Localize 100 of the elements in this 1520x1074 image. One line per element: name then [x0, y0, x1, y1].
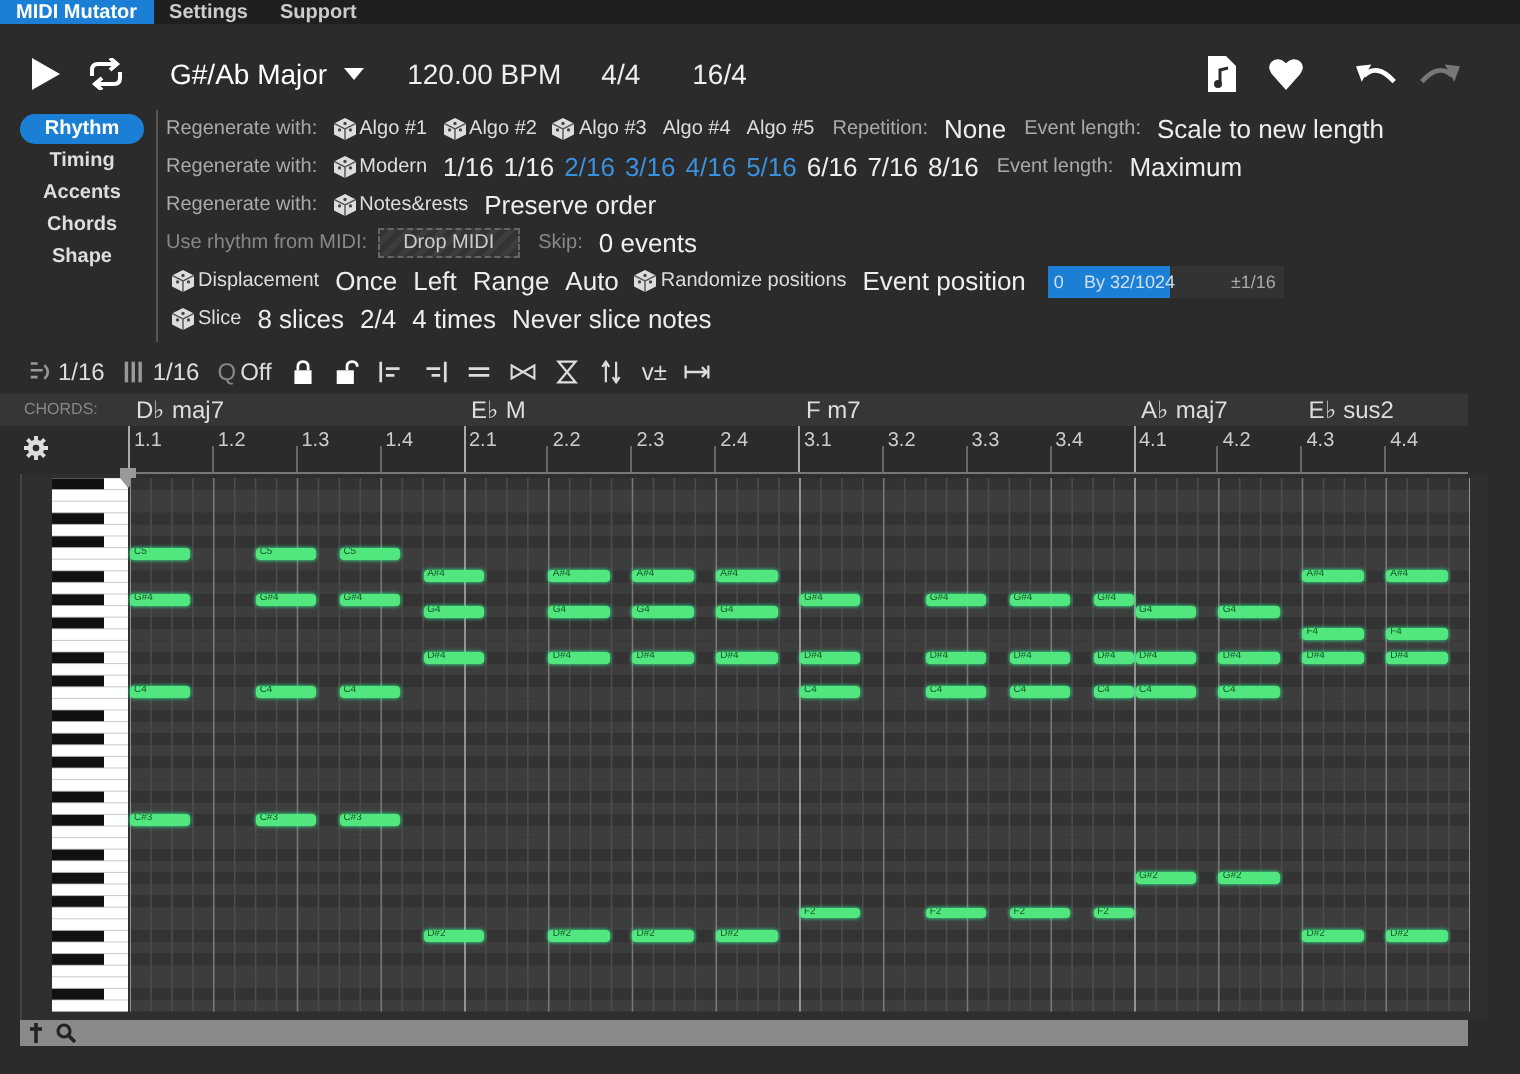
align-right-icon[interactable] — [421, 360, 448, 384]
chord-label[interactable]: A♭ maj7 — [1133, 394, 1301, 426]
option-value[interactable]: Scale to new length — [1156, 114, 1384, 144]
piano-keyboard-drawing[interactable] — [52, 478, 128, 1012]
dice-button[interactable]: Slice — [172, 308, 242, 330]
beat-number: 4.1 — [1137, 430, 1169, 452]
dice-icon — [333, 194, 356, 216]
option-label: Event length: — [996, 156, 1114, 178]
option-value[interactable]: None — [944, 114, 1007, 144]
option-value[interactable]: Once — [335, 266, 398, 296]
nav-tab[interactable]: Accents — [20, 178, 144, 208]
option-label: Repetition: — [832, 118, 929, 140]
quantize-label: Q — [217, 358, 237, 386]
beat-number: 3.4 — [1053, 430, 1086, 452]
dice-button[interactable]: Randomize positions — [634, 270, 847, 292]
dice-button[interactable]: Algo #1 — [333, 118, 428, 140]
nav-tab[interactable]: Rhythm — [20, 114, 144, 144]
option-label: Use rhythm from MIDI: — [166, 232, 368, 254]
align-left-icon[interactable] — [377, 360, 404, 384]
snap-icon[interactable] — [28, 360, 54, 384]
chord-label[interactable]: E♭ sus2 — [1300, 394, 1468, 426]
dice-icon — [333, 156, 356, 178]
unlock-icon[interactable] — [333, 360, 360, 384]
step-option[interactable]: 8/16 — [928, 152, 979, 182]
beat-number: 3.1 — [802, 430, 834, 452]
option-value[interactable]: Auto — [565, 266, 619, 296]
range-icon[interactable] — [684, 360, 711, 384]
playhead-icon[interactable] — [120, 468, 136, 488]
snap-value[interactable]: 1/16 — [58, 358, 105, 386]
step-option[interactable]: 4/16 — [685, 152, 737, 182]
menu-tab[interactable]: Support — [264, 0, 373, 24]
heart-icon[interactable] — [1268, 58, 1304, 90]
caret-icon — [343, 68, 364, 80]
settings-icon[interactable] — [24, 436, 48, 460]
length-value[interactable]: 16/4 — [692, 58, 747, 90]
grid-value[interactable]: 1/16 — [152, 358, 200, 386]
up-down-arrows-icon[interactable] — [597, 360, 624, 384]
beat-number: 3.2 — [885, 430, 918, 452]
option-value[interactable]: 0 events — [598, 228, 698, 258]
music-file-icon[interactable] — [1208, 56, 1236, 92]
nav-tab[interactable]: Timing — [20, 146, 144, 176]
option-value[interactable]: Range — [472, 266, 550, 296]
step-option[interactable]: 5/16 — [746, 152, 797, 182]
option-value[interactable]: 1/16 — [443, 152, 494, 182]
option-value[interactable]: 8 slices — [257, 304, 345, 334]
dice-button[interactable]: Displacement — [172, 270, 320, 292]
undo-icon[interactable] — [1356, 60, 1398, 88]
dice-icon — [172, 270, 194, 292]
step-option[interactable]: 7/16 — [867, 152, 919, 182]
beat-number: 1.4 — [383, 430, 416, 452]
redo-icon[interactable] — [1418, 60, 1460, 88]
bowtie-icon[interactable] — [509, 360, 536, 384]
chord-label[interactable]: D♭ maj7 — [128, 394, 463, 426]
option-value[interactable]: Never slice notes — [512, 304, 712, 334]
quantize-value[interactable]: Off — [240, 358, 272, 386]
loop-icon[interactable] — [86, 58, 126, 90]
chord-label[interactable]: F m7 — [798, 394, 1133, 426]
lock-icon[interactable] — [289, 360, 316, 384]
option-button[interactable]: Algo #5 — [746, 118, 815, 140]
dice-button[interactable]: Algo #3 — [552, 118, 647, 140]
beat-number: 4.3 — [1304, 430, 1337, 452]
option-label: Skip: — [538, 232, 583, 254]
velocity-button[interactable]: v± — [641, 358, 667, 386]
option-button[interactable]: Algo #4 — [662, 118, 731, 140]
option-value[interactable]: Event position — [862, 266, 1026, 296]
menu-tab[interactable]: Settings — [153, 0, 264, 24]
dice-icon — [443, 118, 466, 140]
horizontal-scrollbar[interactable] — [20, 1020, 1468, 1046]
nav-tab[interactable]: Chords — [20, 210, 144, 240]
option-value[interactable]: Left — [413, 266, 457, 296]
menu-tab[interactable]: MIDI Mutator — [0, 0, 154, 24]
option-value[interactable]: 2/4 — [360, 304, 397, 334]
dice-button[interactable]: Notes&rests — [333, 194, 469, 216]
nav-tab[interactable]: Shape — [20, 242, 144, 272]
chord-label[interactable]: E♭ M — [463, 394, 798, 426]
dice-button[interactable]: Algo #2 — [443, 118, 537, 140]
key-dropdown[interactable]: G#/Ab Major — [170, 58, 364, 90]
slider-max: ±1/16 — [1230, 271, 1276, 291]
option-value[interactable]: Preserve order — [484, 190, 657, 220]
tempo-value[interactable]: 120.00 BPM — [407, 58, 562, 90]
hourglass-icon[interactable] — [553, 360, 580, 384]
option-label: Regenerate with: — [166, 156, 318, 178]
option-value[interactable]: Maximum — [1129, 152, 1243, 182]
time-signature[interactable]: 4/4 — [601, 58, 641, 90]
dice-button[interactable]: Modern — [333, 156, 428, 178]
drop-zone[interactable]: Drop MIDI — [377, 228, 521, 258]
step-option[interactable]: 1/16 — [503, 152, 555, 182]
beat-number: 4.4 — [1388, 430, 1421, 452]
step-option[interactable]: 3/16 — [624, 152, 676, 182]
dice-icon — [333, 118, 356, 140]
step-option[interactable]: 6/16 — [806, 152, 858, 182]
play-icon[interactable] — [30, 56, 62, 92]
option-label: Regenerate with: — [166, 194, 318, 216]
search-icon[interactable] — [56, 1022, 76, 1044]
piano-roll-grid[interactable] — [130, 478, 1470, 1012]
step-option[interactable]: 2/16 — [564, 152, 615, 182]
dice-icon — [634, 270, 657, 292]
beat-number: 4.2 — [1220, 430, 1253, 452]
beat-number: 3.3 — [969, 430, 1002, 452]
option-value[interactable]: 4 times — [412, 304, 497, 334]
